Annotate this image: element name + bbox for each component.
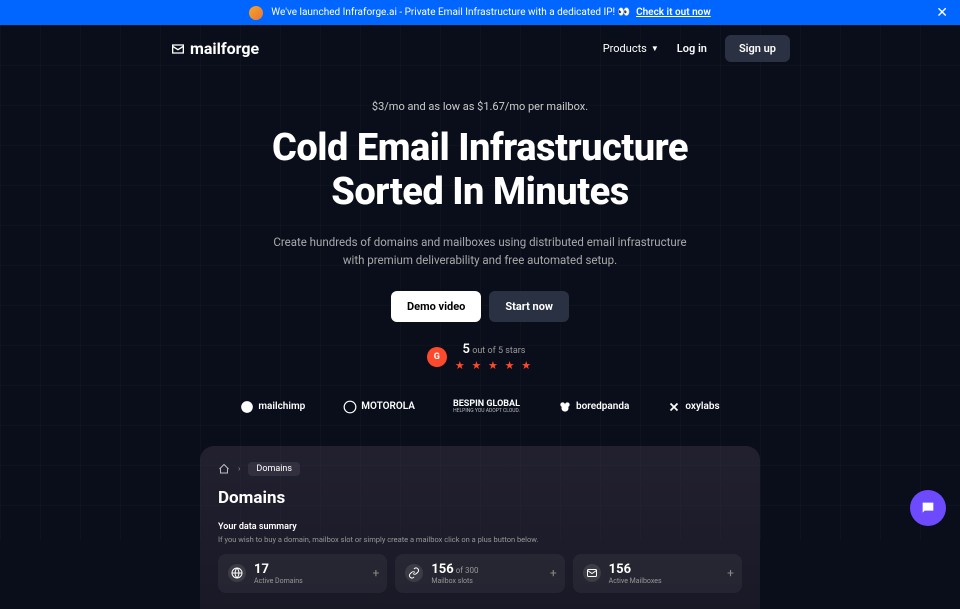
hero-section: $3/mo and as low as $1.67/mo per mailbox… [0, 62, 960, 414]
logo-text: mailforge [190, 39, 259, 58]
banner-link[interactable]: Check it out now [636, 7, 711, 18]
home-icon[interactable] [218, 463, 230, 475]
hero-description: Create hundreds of domains and mailboxes… [270, 234, 690, 269]
link-icon [405, 564, 423, 582]
globe-icon [228, 564, 246, 582]
stat-card-domains: 17 Active Domains + [218, 554, 387, 593]
stat-card-mailbox-slots: 156 of 300 Mailbox slots + [395, 554, 564, 593]
navbar: mailforge Products ▼ Log in Sign up [0, 25, 960, 62]
banner-text: We've launched Infraforge.ai - Private E… [271, 7, 630, 18]
demo-video-button[interactable]: Demo video [391, 291, 481, 322]
page-title: Domains [218, 488, 742, 508]
breadcrumb-current: Domains [248, 462, 300, 476]
rating: G 5 out of 5 stars ★ ★ ★ ★ ★ [20, 342, 940, 372]
products-dropdown[interactable]: Products ▼ [603, 42, 659, 55]
stat-card-active-mailboxes: 156 Active Mailboxes + [573, 554, 742, 593]
logo-motorola: MOTOROLA [343, 400, 415, 414]
login-link[interactable]: Log in [677, 42, 707, 55]
chevron-right-icon: › [238, 464, 240, 473]
chevron-down-icon: ▼ [651, 44, 659, 53]
g2-badge-icon: G [427, 347, 447, 367]
chat-icon [920, 500, 936, 516]
chat-widget-button[interactable] [910, 490, 946, 526]
banner-avatar [249, 6, 263, 20]
app-preview: › Domains Domains Your data summary If y… [200, 446, 760, 609]
breadcrumb: › Domains [218, 462, 742, 476]
mail-icon [583, 564, 601, 582]
logo-mailchimp: mailchimp [240, 400, 305, 414]
plus-icon[interactable]: + [373, 566, 380, 580]
logo-oxylabs: oxylabs [667, 400, 719, 414]
announcement-banner: We've launched Infraforge.ai - Private E… [0, 0, 960, 25]
summary-label: Your data summary [218, 522, 742, 532]
logo-bespin: BESPIN GLOBAL HELPING YOU ADOPT CLOUD. [453, 400, 520, 414]
price-text: $3/mo and as low as $1.67/mo per mailbox… [20, 100, 940, 113]
hero-title: Cold Email InfrastructureSorted In Minut… [20, 127, 940, 214]
plus-icon[interactable]: + [727, 566, 734, 580]
logo-icon [170, 41, 186, 57]
start-now-button[interactable]: Start now [489, 291, 569, 322]
close-icon[interactable]: ✕ [936, 5, 948, 21]
partner-logos: mailchimp MOTOROLA BESPIN GLOBAL HELPING… [20, 400, 940, 414]
summary-description: If you wish to buy a domain, mailbox slo… [218, 535, 742, 544]
logo-boredpanda: boredpanda [558, 400, 629, 414]
plus-icon[interactable]: + [550, 566, 557, 580]
stars-icon: ★ ★ ★ ★ ★ [455, 359, 533, 372]
logo[interactable]: mailforge [170, 39, 259, 58]
signup-button[interactable]: Sign up [725, 35, 790, 62]
